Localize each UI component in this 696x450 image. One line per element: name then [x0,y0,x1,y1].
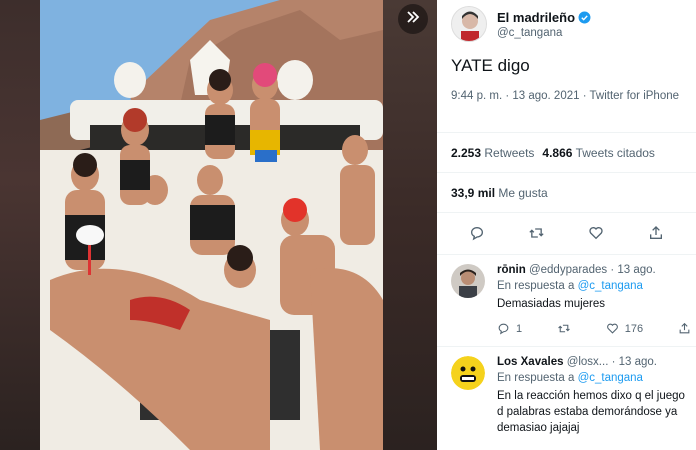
reply-actions: 1 176 [497,322,691,335]
reply-text: En la reacción hemos dixo q el juego d p… [497,390,685,434]
like-button[interactable] [585,222,607,244]
reply-icon [470,227,483,241]
tweet-likes-stats: 33,9 mil Me gusta [451,186,548,200]
media-viewer [0,0,437,450]
retweets-stat[interactable]: 2.253 Retweets [451,146,534,160]
reply-author-handle[interactable]: @losx... [567,356,609,368]
tweet-author[interactable]: El madrileño @c_tangana [451,6,591,42]
author-handle[interactable]: @c_tangana [497,27,591,39]
reply-avatar[interactable] [451,356,485,390]
retweet-icon [558,324,570,333]
likes-stat[interactable]: 33,9 mil Me gusta [451,186,548,200]
share-icon [650,226,663,239]
reply-like-button[interactable]: 176 [606,322,643,335]
tweet-text: YATE digo [451,56,530,75]
mention-link[interactable]: @c_tangana [578,280,643,292]
tweet-detail-panel: El madrileño @c_tangana YATE digo 9:44 p… [437,0,696,450]
mention-link[interactable]: @c_tangana [578,372,643,384]
reply-date[interactable]: · 13 ago. [612,356,657,368]
tweet-timestamp[interactable]: 9:44 p. m. · 13 ago. 2021 · Twitter for … [451,88,681,104]
share-button[interactable] [645,222,667,244]
reply-author-name[interactable]: Los Xavales [497,356,563,368]
reply-context: En respuesta a @c_tangana [497,280,643,292]
heart-icon [589,227,603,240]
divider [437,172,696,173]
verified-badge-icon [578,11,591,24]
double-chevron-right-icon [405,9,421,30]
reply-context: En respuesta a @c_tangana [497,372,643,384]
reply-retweet-button[interactable] [557,322,571,335]
author-avatar[interactable] [451,6,487,42]
divider [437,212,696,213]
divider [437,132,696,133]
divider [437,254,696,255]
heart-icon [606,323,618,334]
reply-author-handle[interactable]: @eddyparades [529,264,607,276]
reply-icon [498,323,509,335]
author-name[interactable]: El madrileño [497,10,575,25]
tweet-photo[interactable] [40,0,383,450]
retweet-icon [529,228,544,238]
reply-reply-button[interactable]: 1 [497,322,522,335]
reply-count: 1 [516,322,523,335]
like-count: 176 [624,322,644,335]
reply-text: Demasiadas mujeres [497,298,606,310]
blurred-background-right [383,0,437,450]
reply-date[interactable]: · 13 ago. [610,264,655,276]
tweet-actions [437,222,696,244]
quotes-stat[interactable]: 4.866 Tweets citados [542,146,655,160]
reply-avatar[interactable] [451,264,485,298]
blurred-background-left [0,0,40,450]
share-icon [679,322,690,334]
expand-panel-button[interactable] [398,4,428,34]
tweet-share-stats: 2.253 Retweets 4.866 Tweets citados [451,146,655,160]
reply-share-button[interactable] [678,322,691,335]
retweet-button[interactable] [526,222,548,244]
divider [437,346,696,347]
reply-button[interactable] [466,222,488,244]
reply-author-name[interactable]: rōnin [497,264,526,276]
